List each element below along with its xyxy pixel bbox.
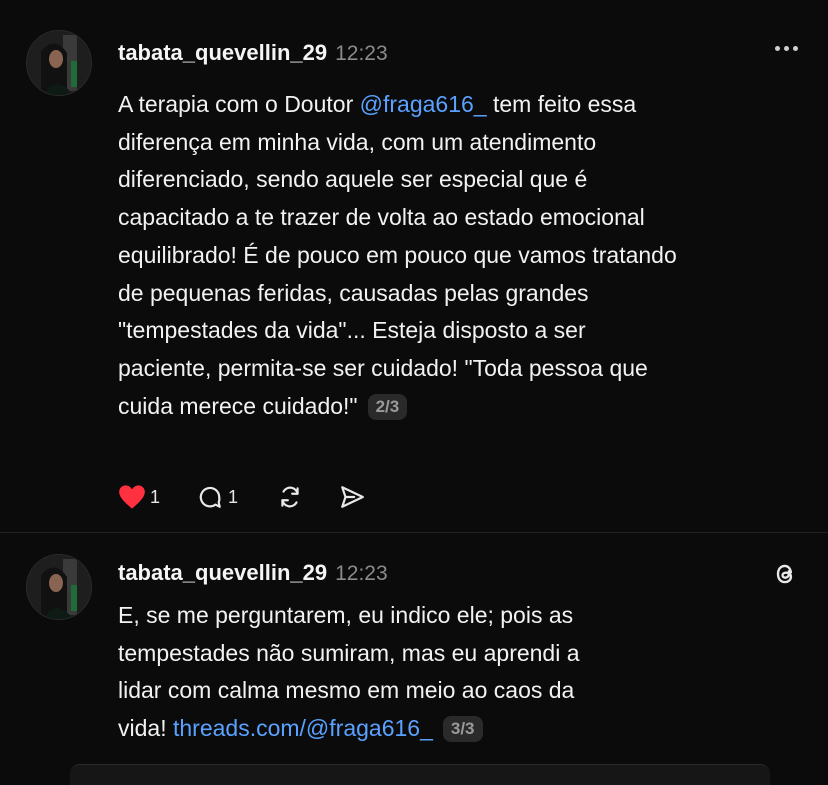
more-icon[interactable] <box>775 46 798 51</box>
post-text: E, se me perguntarem, eu indico ele; poi… <box>118 597 628 748</box>
like-count: 1 <box>150 486 161 507</box>
timestamp: 12:23 <box>335 42 388 65</box>
post-text: A terapia com o Doutor @fraga616_ tem fe… <box>118 86 678 425</box>
action-bar: 1 1 <box>118 484 366 510</box>
threads-logo-icon[interactable] <box>772 560 798 593</box>
composer-box-edge <box>70 764 770 785</box>
reply-button[interactable]: 1 <box>196 484 238 510</box>
share-button[interactable] <box>338 484 366 510</box>
avatar[interactable] <box>26 30 92 96</box>
avatar-image <box>27 555 91 619</box>
username[interactable]: tabata_quevellin_29 <box>118 40 327 66</box>
avatar-image <box>27 31 91 95</box>
post-text-start: A terapia com o Doutor <box>118 91 360 117</box>
timestamp: 12:23 <box>335 562 388 585</box>
thread-index-badge: 2/3 <box>367 393 408 420</box>
post-divider <box>0 532 828 533</box>
profile-link[interactable]: threads.com/@fraga616_ <box>173 715 433 741</box>
repost-icon <box>281 486 299 508</box>
mention-link[interactable]: @fraga616_ <box>360 91 487 117</box>
share-icon <box>341 486 364 508</box>
username[interactable]: tabata_quevellin_29 <box>118 560 327 586</box>
comment-icon <box>199 486 221 508</box>
avatar[interactable] <box>26 554 92 620</box>
repost-button[interactable] <box>276 484 304 510</box>
thread-index-badge: 3/3 <box>442 716 483 743</box>
heart-icon <box>119 485 145 509</box>
like-button[interactable]: 1 <box>118 484 160 510</box>
post-text-rest: tem feito essa diferença em minha vida, … <box>118 91 677 419</box>
reply-count: 1 <box>228 486 239 507</box>
